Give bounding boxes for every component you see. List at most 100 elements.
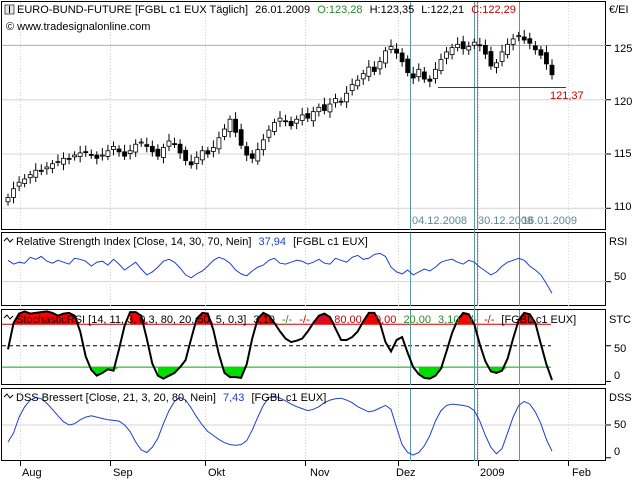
rsi-symbol: [FGBL c1 EUX] [293, 236, 368, 248]
x-tick-aug: Aug [22, 467, 42, 479]
stoch-value-6: 80,00 [369, 314, 397, 326]
stoch-value-2: -/- [282, 314, 293, 326]
candle-body [510, 38, 516, 45]
candle-body [294, 118, 300, 124]
candle-body [316, 106, 322, 113]
x-tick-sep: Sep [113, 467, 133, 479]
candle-body [499, 51, 505, 62]
candle-body [516, 35, 522, 38]
candle-body [177, 143, 183, 154]
candle-body [349, 84, 355, 91]
candle-body [55, 161, 61, 164]
candle-body [61, 157, 66, 165]
x-tick-dez: Dez [396, 467, 416, 479]
dss-side-label: DSS [609, 392, 632, 404]
candle-body [133, 143, 139, 153]
candle-body [272, 122, 277, 132]
candle-body [210, 147, 216, 152]
candle-body [22, 178, 28, 184]
candle-body [494, 62, 499, 68]
candle-body [50, 163, 55, 169]
low-value: 122,21 [430, 4, 464, 16]
candle-body [249, 153, 255, 159]
candle-body [88, 154, 94, 156]
open-value: 123,28 [329, 4, 363, 16]
candle-body [111, 145, 116, 150]
candle-body [544, 52, 549, 65]
stoch-y-tick-0: 0 [614, 370, 620, 382]
candle-body [122, 151, 127, 157]
chart-canvas[interactable]: 121,37 EURO-BUND-FUTURE [FGBL c1 EUX Täg… [0, 0, 640, 480]
candle-body [427, 78, 433, 82]
candle-body [216, 137, 222, 150]
close-label: C: [471, 4, 482, 16]
candle-body [194, 156, 200, 164]
candle-body [466, 46, 472, 51]
stoch-value-1: 3,10 [253, 314, 274, 326]
stoch-y-tick-50: 50 [614, 343, 626, 355]
candle-body [421, 71, 427, 80]
candle-body [77, 152, 83, 157]
svg-text:Relative Strength Index [Close: Relative Strength Index [Close, 14, 30, … [16, 236, 368, 248]
candle-body [166, 140, 172, 147]
candle-body [5, 197, 11, 203]
candle-body [277, 117, 283, 122]
candle-body [183, 149, 189, 161]
candle-body [333, 98, 338, 104]
candle-body [322, 104, 327, 111]
candle-body [161, 147, 166, 158]
candle-body [255, 149, 261, 162]
candle-body [310, 111, 316, 122]
y-tick-110: 110 [614, 201, 632, 213]
stoch-side-label: STC [609, 314, 631, 326]
x-tick-feb: Feb [572, 467, 591, 479]
candle-body [488, 51, 494, 67]
candle-body [410, 73, 416, 79]
candle-body [394, 48, 399, 54]
support-label: 121,37 [550, 90, 584, 102]
candle-body [138, 141, 144, 144]
low-label: L: [421, 4, 430, 16]
candle-body [449, 47, 455, 55]
candle-body [116, 148, 122, 153]
candle-body [44, 166, 50, 170]
candle-body [399, 52, 405, 63]
candle-body [244, 146, 250, 156]
dss-y-tick-0: 0 [614, 446, 620, 458]
y-tick-125: 125 [614, 43, 632, 55]
candle-body [383, 50, 388, 64]
candle-body [144, 144, 150, 147]
candle-body [38, 169, 44, 172]
stoch-value-5: 80,00 [334, 314, 362, 326]
high-value: 123,35 [381, 4, 415, 16]
candle-body [438, 59, 444, 72]
candle-body [521, 36, 527, 41]
rsi-y-tick-50: 50 [614, 271, 626, 283]
price-date: 26.01.2009 [255, 4, 310, 16]
candle-body [477, 44, 483, 47]
candle-body [444, 51, 449, 59]
candle-body [16, 181, 22, 187]
candle-body [227, 118, 233, 133]
stoch-value-3: -/- [299, 314, 310, 326]
candle-body [172, 143, 177, 145]
candle-body [205, 150, 211, 155]
rsi-side-label: RSI [609, 236, 627, 248]
dss-value: 7,43 [223, 392, 244, 404]
candle-body [288, 121, 294, 127]
candle-body [327, 103, 333, 113]
candle-body [299, 114, 305, 121]
candle-body [355, 79, 361, 87]
date-marker-label-1: 04.12.2008 [412, 215, 467, 227]
stoch-value-9: -/- [467, 314, 478, 326]
candle-body [416, 68, 422, 78]
candle-body [538, 49, 544, 56]
candle-body [433, 68, 438, 80]
dss-header: DSS Bressert [Close, 21, 3, 20, 80, Nein… [3, 392, 326, 404]
currency-label: €/EI [609, 4, 629, 16]
candle-body [455, 43, 461, 49]
stoch-symbol: [FGBL c1 EUX] [501, 314, 576, 326]
candle-body [238, 129, 244, 146]
candle-body [482, 45, 488, 55]
candle-body [260, 139, 266, 151]
